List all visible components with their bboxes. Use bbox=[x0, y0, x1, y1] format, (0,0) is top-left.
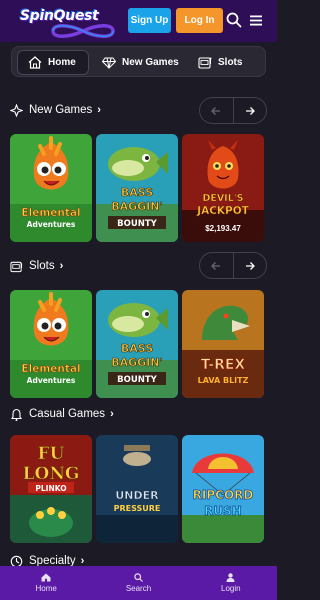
carousel-prev-button[interactable] bbox=[200, 98, 233, 123]
search-icon bbox=[134, 573, 143, 582]
game-tile-bass-baggin-bounty[interactable]: BASS BAGGIN' BOUNTY bbox=[96, 290, 178, 398]
section-title-new-games-label: New Games bbox=[29, 104, 93, 116]
tile-title-line1: Elemental bbox=[21, 207, 80, 219]
tile-title-line2: RUSH bbox=[204, 504, 242, 518]
category-tabs: Home New Games Slots bbox=[11, 46, 266, 77]
tile-title-line1: RIPCORD bbox=[193, 488, 254, 502]
game-tile-elemental-adventures[interactable]: Elemental Adventures bbox=[10, 290, 92, 398]
logo-infinity-graphic bbox=[51, 24, 115, 38]
tab-home-label: Home bbox=[48, 57, 76, 68]
tile-title-line2: LAVA BLITZ bbox=[198, 376, 249, 385]
tile-title-line1: T-REX bbox=[201, 357, 246, 373]
section-title-slots-label: Slots bbox=[29, 260, 55, 272]
slot-machine-icon bbox=[10, 261, 23, 272]
tab-home[interactable]: Home bbox=[17, 50, 89, 75]
arrow-left-icon bbox=[211, 261, 221, 270]
tile-title-line1: FU bbox=[38, 444, 65, 464]
section-title-new-games[interactable]: New Games › bbox=[10, 102, 101, 118]
tile-title-line2: LONG bbox=[23, 464, 80, 484]
page: SpinQuest Sign Up Log In Home New Games … bbox=[0, 0, 277, 600]
section-title-slots[interactable]: Slots › bbox=[10, 258, 63, 274]
signup-button[interactable]: Sign Up bbox=[128, 8, 171, 33]
bottom-navigation: Home Search Login bbox=[0, 566, 277, 600]
nav-home[interactable]: Home bbox=[0, 566, 92, 600]
nav-home-label: Home bbox=[35, 584, 57, 593]
login-button[interactable]: Log In bbox=[176, 8, 223, 33]
home-icon bbox=[41, 573, 51, 582]
user-icon bbox=[226, 573, 235, 582]
carousel-next-button[interactable] bbox=[232, 98, 266, 123]
tile-title-line2: BAGGIN' bbox=[111, 200, 163, 213]
tile-title-line1: Elemental bbox=[21, 363, 80, 375]
section-title-casual-games[interactable]: Casual Games › bbox=[10, 406, 114, 422]
tile-title-line2: PRESSURE bbox=[114, 504, 161, 513]
tile-title-line2: BAGGIN' bbox=[111, 356, 163, 369]
search-icon[interactable] bbox=[226, 12, 242, 28]
tab-slots-label: Slots bbox=[218, 57, 243, 68]
tile-title-line3: PLINKO bbox=[35, 484, 66, 493]
tile-title-line2: Adventures bbox=[27, 376, 76, 385]
chevron-right-icon: › bbox=[97, 104, 101, 116]
nav-search[interactable]: Search bbox=[92, 566, 184, 600]
tile-title-line1: UNDER bbox=[115, 489, 159, 502]
tile-title-line2: Adventures bbox=[27, 220, 76, 229]
chevron-right-icon: › bbox=[59, 260, 64, 272]
hamburger-menu-icon[interactable] bbox=[250, 15, 262, 26]
tile-title-line2: JACKPOT bbox=[196, 205, 249, 217]
arrow-right-icon bbox=[245, 106, 255, 115]
arrow-right-icon bbox=[245, 261, 255, 270]
tab-new-games-label: New Games bbox=[122, 57, 179, 68]
logo[interactable]: SpinQuest bbox=[8, 3, 120, 39]
diamond-icon bbox=[102, 57, 116, 69]
game-tile-trex-lava-blitz[interactable]: T-REX LAVA BLITZ bbox=[182, 290, 264, 398]
jackpot-amount: $2,193.47 bbox=[205, 224, 241, 233]
game-tile-bass-baggin-bounty[interactable]: BASS BAGGIN' BOUNTY bbox=[96, 134, 178, 242]
arrow-left-icon bbox=[211, 106, 221, 115]
game-tile-devils-jackpot[interactable]: DEVIL'S JACKPOT $2,193.47 bbox=[182, 134, 264, 242]
home-icon bbox=[28, 56, 42, 69]
game-tile-under-pressure[interactable]: UNDER PRESSURE bbox=[96, 435, 178, 543]
game-tile-ripcord-rush[interactable]: RIPCORD RUSH bbox=[182, 435, 264, 543]
game-tile-elemental-adventures[interactable]: Elemental Adventures bbox=[10, 134, 92, 242]
bell-icon bbox=[10, 408, 23, 421]
tile-title-line3: BOUNTY bbox=[117, 219, 158, 229]
tile-title-line1: BASS bbox=[121, 342, 153, 355]
tile-title-line1: DEVIL'S bbox=[202, 193, 243, 204]
nav-login-label: Login bbox=[221, 584, 241, 593]
tile-title-line3: BOUNTY bbox=[117, 375, 158, 385]
carousel-next-button[interactable] bbox=[232, 253, 266, 278]
tab-slots[interactable]: Slots bbox=[198, 50, 260, 75]
game-tile-fu-long-plinko[interactable]: FU LONG PLINKO bbox=[10, 435, 92, 543]
slots-carousel-arrows bbox=[199, 252, 267, 279]
tab-new-games[interactable]: New Games bbox=[102, 50, 187, 75]
tile-title-line1: BASS bbox=[121, 186, 153, 199]
new-games-carousel-arrows bbox=[199, 97, 267, 124]
slot-machine-icon bbox=[198, 57, 212, 69]
sparkle-icon bbox=[10, 103, 23, 117]
top-header: SpinQuest Sign Up Log In bbox=[0, 0, 277, 42]
carousel-prev-button[interactable] bbox=[200, 253, 233, 278]
nav-login[interactable]: Login bbox=[185, 566, 277, 600]
section-title-casual-games-label: Casual Games bbox=[29, 408, 106, 420]
chevron-right-icon: › bbox=[110, 408, 114, 420]
nav-search-label: Search bbox=[125, 584, 152, 593]
